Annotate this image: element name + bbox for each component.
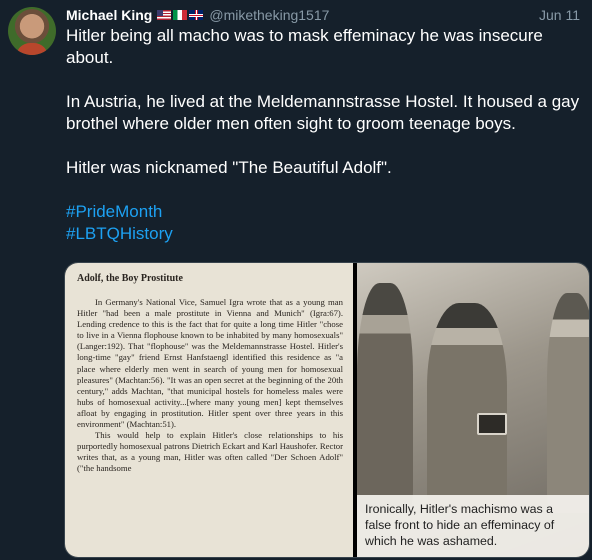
tweet-paragraph: Hitler being all macho was to mask effem…	[66, 26, 543, 67]
photo-figure	[427, 303, 507, 513]
flag-us-icon	[157, 10, 172, 20]
book-page-image[interactable]: Adolf, the Boy Prostitute In Germany's N…	[65, 263, 353, 557]
tweet-date[interactable]: Jun 11	[539, 7, 580, 23]
avatar-shirt	[16, 43, 48, 55]
tweet-header: Michael King @miketheking1517 Jun 11	[66, 6, 580, 24]
tweet-media[interactable]: Adolf, the Boy Prostitute In Germany's N…	[64, 262, 590, 558]
photo-figure	[357, 283, 413, 513]
book-page-paragraph: In Germany's National Vice, Samuel Igra …	[77, 297, 343, 430]
tweet-paragraph: In Austria, he lived at the Meldemannstr…	[66, 92, 580, 133]
photo-caption: Ironically, Hitler's machismo was a fals…	[357, 495, 589, 557]
author-handle[interactable]: @miketheking1517	[209, 7, 329, 23]
author-name[interactable]: Michael King	[66, 7, 152, 23]
avatar[interactable]	[8, 7, 56, 55]
hashtag-link[interactable]: #PrideMonth	[66, 201, 586, 223]
book-page-title: Adolf, the Boy Prostitute	[77, 273, 183, 284]
tweet-text: Hitler being all macho was to mask effem…	[66, 25, 586, 245]
photo-figure	[547, 293, 589, 513]
book-page-paragraph: This would help to explain Hitler's clos…	[77, 430, 343, 474]
flag-it-icon	[173, 10, 188, 20]
flag-uk-icon	[189, 10, 204, 20]
hashtag-link[interactable]: #LBTQHistory	[66, 223, 586, 245]
armband	[477, 413, 507, 435]
historical-photo[interactable]: Ironically, Hitler's machismo was a fals…	[357, 263, 589, 557]
tweet-paragraph: Hitler was nicknamed "The Beautiful Adol…	[66, 158, 392, 177]
flag-emojis	[157, 10, 204, 20]
